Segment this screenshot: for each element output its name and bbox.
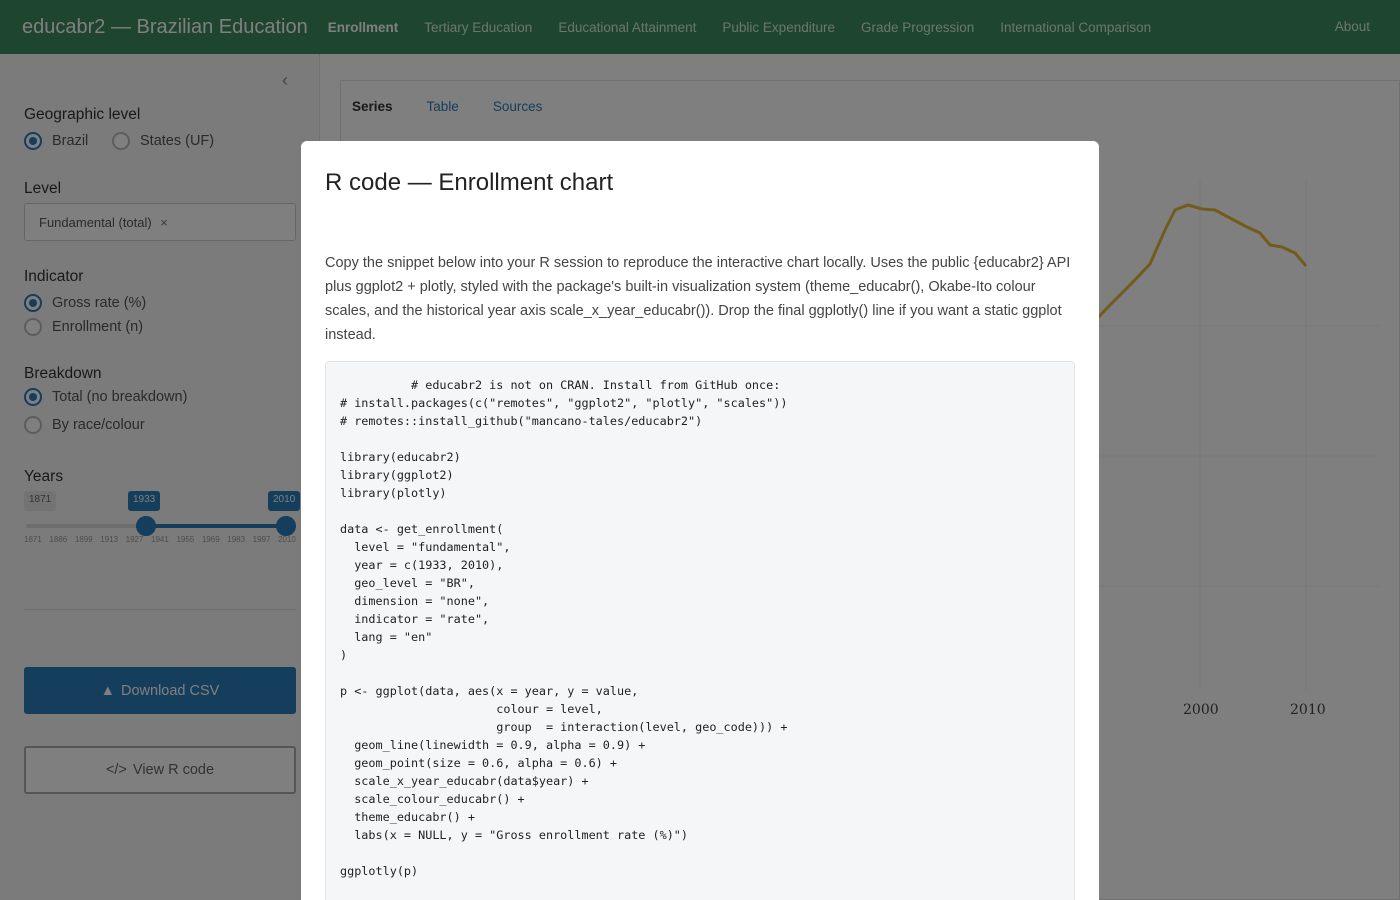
modal-description: Copy the snippet below into your R sessi… xyxy=(325,255,1071,343)
r-code-modal: R code — Enrollment chart Copy the snipp… xyxy=(301,141,1099,900)
r-code-snippet: # educabr2 is not on CRAN. Install from … xyxy=(340,378,788,878)
code-block[interactable]: # educabr2 is not on CRAN. Install from … xyxy=(325,361,1075,900)
modal-title: R code — Enrollment chart xyxy=(325,169,614,196)
